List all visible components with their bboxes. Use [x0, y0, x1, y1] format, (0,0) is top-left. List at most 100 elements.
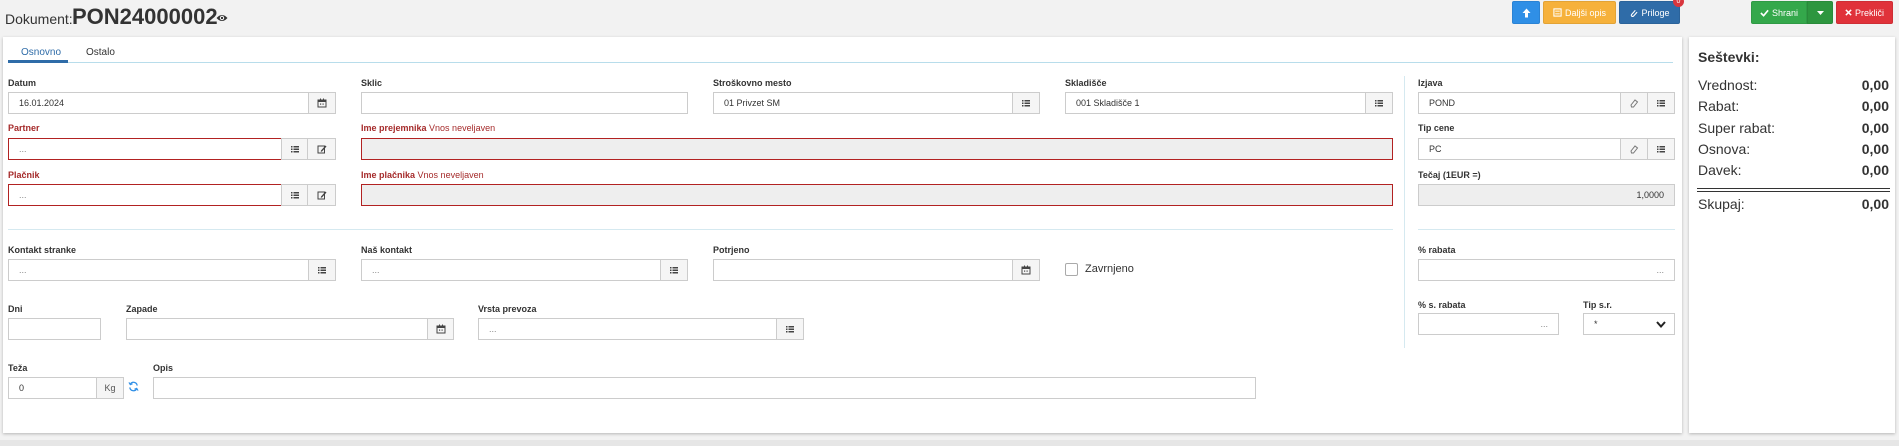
rabata-field[interactable]: ...	[1418, 259, 1675, 281]
placnik-edit-button[interactable]	[307, 184, 336, 206]
tip-sr-select[interactable]: *	[1583, 313, 1675, 335]
zavrnjeno-checkbox[interactable]	[1065, 263, 1078, 276]
summary-row-super-rabat: Super rabat: 0,00	[1698, 120, 1889, 136]
list-icon	[1021, 98, 1031, 108]
section-separator-right	[1418, 229, 1675, 230]
scroll-up-button[interactable]	[1512, 1, 1540, 24]
datum-calendar-button[interactable]	[308, 92, 336, 114]
teza-label: Teža	[8, 363, 28, 373]
zapade-label: Zapade	[126, 304, 158, 314]
summary-row-skupaj: Skupaj: 0,00	[1698, 196, 1889, 212]
calendar-icon	[1021, 265, 1031, 275]
partner-list-button[interactable]	[281, 138, 308, 160]
tip-cene-list-button[interactable]	[1647, 138, 1675, 160]
rabata-label: % rabata	[1418, 245, 1456, 255]
right-section-divider	[1404, 76, 1405, 348]
summary-label: Vrednost:	[1698, 77, 1758, 93]
skladisce-list-button[interactable]	[1365, 92, 1393, 114]
nas-kontakt-list-button[interactable]	[660, 259, 688, 281]
edit-icon	[317, 144, 327, 154]
teza-field[interactable]: 0	[8, 377, 97, 399]
s-rabata-label: % s. rabata	[1418, 300, 1466, 310]
tip-cene-field[interactable]: PC	[1418, 138, 1621, 160]
close-icon	[1845, 9, 1852, 16]
summary-value: 0,00	[1861, 141, 1889, 157]
datum-value: 16.01.2024	[19, 98, 65, 108]
attachments-label: Priloge	[1641, 7, 1670, 18]
tab-osnovno[interactable]: Osnovno	[21, 47, 61, 58]
summary-row-davek: Davek: 0,00	[1698, 162, 1889, 178]
summary-value: 0,00	[1861, 162, 1889, 178]
ime-placnika-label-text: Ime plačnika	[361, 170, 416, 180]
tip-sr-value: *	[1594, 319, 1598, 329]
vrsta-prevoza-list-button[interactable]	[776, 318, 804, 340]
tabs-divider	[8, 62, 1673, 63]
eye-icon[interactable]	[216, 13, 228, 23]
zapade-field[interactable]	[126, 318, 428, 340]
kontakt-stranke-label: Kontakt stranke	[8, 245, 77, 255]
dni-label: Dni	[8, 304, 23, 314]
long-description-button[interactable]: Daljši opis	[1543, 1, 1616, 24]
chevron-down-icon	[1656, 320, 1666, 328]
stroskovno-mesto-list-button[interactable]	[1012, 92, 1040, 114]
izjava-clear-button[interactable]	[1620, 92, 1648, 114]
placnik-label: Plačnik	[8, 170, 40, 180]
kontakt-stranke-placeholder: ...	[19, 265, 27, 275]
tip-cene-label: Tip cene	[1418, 123, 1455, 133]
cancel-label: Prekliči	[1854, 7, 1884, 18]
section-separator	[8, 229, 1393, 230]
ime-prejemnika-label: Ime prejemnika Vnos neveljaven	[361, 123, 495, 133]
save-button[interactable]: Shrani	[1751, 1, 1807, 24]
opis-field[interactable]	[153, 377, 1256, 399]
datum-label: Datum	[8, 78, 37, 88]
partner-field[interactable]: ...	[8, 138, 282, 160]
attachments-button[interactable]: Priloge	[1619, 1, 1680, 24]
tip-cene-clear-button[interactable]	[1620, 138, 1648, 160]
list-icon	[290, 190, 300, 200]
edit-icon	[317, 190, 327, 200]
ime-prejemnika-field[interactable]	[361, 138, 1393, 160]
skladisce-field[interactable]: 001 Skladišče 1	[1065, 92, 1366, 114]
document-label: Dokument:	[5, 11, 73, 27]
vrsta-prevoza-field[interactable]: ...	[478, 318, 777, 340]
active-tab-indicator	[8, 60, 68, 63]
partner-edit-button[interactable]	[307, 138, 336, 160]
partner-label: Partner	[8, 123, 40, 133]
tip-sr-label: Tip s.r.	[1583, 300, 1612, 310]
dni-field[interactable]	[8, 318, 101, 340]
save-options-dropdown-button[interactable]	[1807, 1, 1833, 24]
tecaj-value: 1,0000	[1636, 190, 1664, 200]
list-icon	[1656, 98, 1666, 108]
cancel-button[interactable]: Prekliči	[1836, 1, 1893, 24]
kontakt-stranke-field[interactable]: ...	[8, 259, 309, 281]
s-rabata-field[interactable]: ...	[1418, 313, 1559, 335]
sklic-label: Sklic	[361, 78, 383, 88]
placnik-field[interactable]: ...	[8, 184, 282, 206]
summary-total-label: Skupaj:	[1698, 196, 1745, 212]
list-icon	[1374, 98, 1384, 108]
kontakt-stranke-list-button[interactable]	[308, 259, 336, 281]
teza-value: 0	[19, 383, 25, 393]
potrjeno-calendar-button[interactable]	[1012, 259, 1040, 281]
datum-field[interactable]: 16.01.2024	[8, 92, 309, 114]
tecaj-field[interactable]: 1,0000	[1418, 184, 1675, 206]
izjava-field[interactable]: POND	[1418, 92, 1621, 114]
caret-down-icon	[1816, 10, 1824, 15]
save-label: Shrani	[1771, 7, 1798, 18]
tab-ostalo[interactable]: Ostalo	[86, 47, 115, 58]
sklic-field[interactable]	[361, 92, 688, 114]
zapade-calendar-button[interactable]	[427, 318, 454, 340]
list-icon	[290, 144, 300, 154]
ime-prejemnika-invalid-note: Vnos neveljaven	[429, 123, 496, 133]
summary-value: 0,00	[1861, 98, 1889, 114]
list-icon	[1656, 144, 1666, 154]
refresh-icon[interactable]	[128, 381, 139, 392]
nas-kontakt-label: Naš kontakt	[361, 245, 413, 255]
potrjeno-field[interactable]	[713, 259, 1013, 281]
stroskovno-mesto-field[interactable]: 01 Privzet SM	[713, 92, 1013, 114]
izjava-list-button[interactable]	[1647, 92, 1675, 114]
nas-kontakt-field[interactable]: ...	[361, 259, 661, 281]
ime-placnika-field[interactable]	[361, 184, 1393, 206]
summary-value: 0,00	[1861, 120, 1889, 136]
placnik-list-button[interactable]	[281, 184, 308, 206]
